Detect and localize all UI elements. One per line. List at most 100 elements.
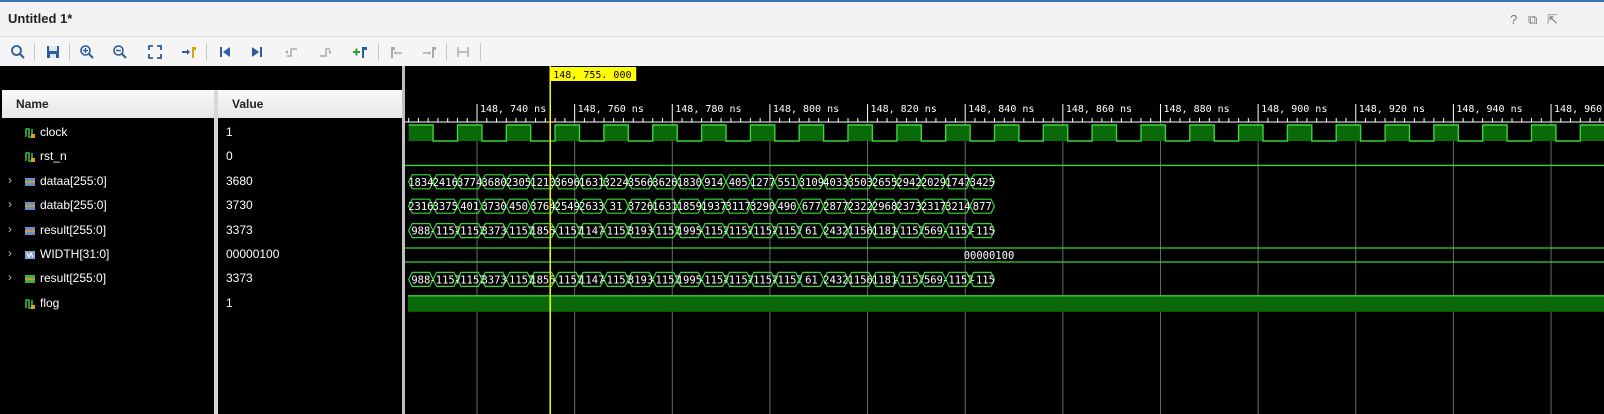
datab-value: 877 (973, 201, 992, 213)
signal-row[interactable]: › dataa[255:0] 3680 (0, 170, 402, 194)
datab-value: 31 (610, 201, 623, 213)
save-icon[interactable] (40, 40, 66, 64)
signal-row[interactable]: › result[255:0] 3373 (0, 219, 402, 243)
signal-value: 0 (226, 149, 233, 164)
value-column-label: Value (232, 97, 264, 111)
dataa-value: 4033 (823, 177, 848, 189)
value-column-header[interactable]: Value (218, 90, 402, 118)
result2-value: 1156 (848, 274, 873, 286)
clock-high-fill (896, 125, 922, 141)
signal-value: 1 (226, 125, 233, 139)
dataa-value: 3425 (970, 177, 995, 189)
add-marker-icon[interactable] (347, 40, 373, 64)
result-value: 1156 (848, 226, 873, 238)
result2-value: 2432 (823, 274, 848, 286)
time-label: 148, 880 ns (1163, 104, 1229, 115)
signal-row[interactable]: rst_n 0 (0, 145, 402, 169)
dataa-value: 1830 (677, 177, 702, 189)
name-column-header[interactable]: Name (2, 90, 215, 118)
waveform-canvas[interactable]: 148, 740 ns 148, 760 ns 148, 780 ns 148, 80… (405, 66, 1604, 414)
clock-high-fill (701, 125, 726, 141)
expand-chevron-icon[interactable]: › (8, 197, 12, 211)
time-label: 148, 860 ns (1066, 104, 1132, 115)
bus-signal-icon (24, 224, 36, 236)
clock-high-fill (799, 125, 824, 141)
signal-value: 3373 (226, 271, 253, 286)
next-marker-icon[interactable] (416, 40, 442, 64)
signal-value: 00000100 (226, 247, 280, 261)
clock-high-fill (1238, 125, 1264, 141)
dataa-value: 3680 (481, 177, 506, 189)
expand-chevron-icon[interactable]: › (8, 270, 12, 284)
datab-value: 2549 (555, 201, 580, 213)
signal-row[interactable]: › datab[255:0] 3730 (0, 194, 402, 218)
bit-signal-icon (24, 297, 36, 309)
dataa-value: 3224 (603, 177, 628, 189)
clock-high-fill (945, 125, 971, 141)
datab-value: 2317 (921, 201, 946, 213)
zoom-fit-icon[interactable] (142, 40, 168, 64)
signal-row[interactable]: › WIDTH[31:0] 00000100 (0, 243, 402, 267)
search-icon[interactable] (5, 40, 31, 64)
zoom-in-icon[interactable] (74, 40, 100, 64)
result-value: -115 (970, 226, 995, 238)
datab-value: 450 (509, 201, 528, 213)
previous-transition-icon[interactable] (279, 40, 305, 64)
datab-value: 401 (460, 201, 479, 213)
clock-high-fill (1482, 125, 1508, 141)
datab-value: 677 (802, 201, 821, 213)
signal-name: clock (40, 125, 68, 139)
time-label: 148, 820 ns (871, 104, 937, 115)
result2-value: 988 (411, 274, 430, 286)
signal-row[interactable]: clock 1 (0, 121, 402, 145)
datab-value: 2322 (848, 201, 873, 213)
go-to-last-time-icon[interactable] (244, 40, 270, 64)
dataa-value: 2942 (896, 177, 921, 189)
next-transition-icon[interactable] (312, 40, 338, 64)
dataa-value: 1210 (530, 177, 555, 189)
time-label: 148, 780 ns (675, 104, 741, 115)
expand-chevron-icon[interactable]: › (8, 173, 12, 187)
go-to-time-zero-icon[interactable] (212, 40, 238, 64)
name-column-label: Name (16, 97, 49, 111)
clock-high-fill (506, 125, 531, 141)
clock-high-fill (1531, 125, 1556, 141)
datab-value: 1859 (677, 201, 702, 213)
expand-chevron-icon[interactable]: › (8, 246, 12, 260)
toolbar-separator (480, 43, 481, 61)
time-label: 148, 900 ns (1261, 104, 1327, 115)
dataa-value: 1747 (945, 177, 970, 189)
clock-high-fill (1433, 125, 1459, 141)
dataa-value: 2416 (433, 177, 458, 189)
previous-marker-icon[interactable] (383, 40, 409, 64)
bus-signal-icon (24, 199, 36, 211)
zoom-out-icon[interactable] (107, 40, 133, 64)
toolbar-separator (206, 43, 207, 61)
result2-value: 569 (924, 274, 943, 286)
dataa-value: 551 (778, 177, 797, 189)
signal-name: dataa[255:0] (40, 173, 107, 188)
maximize-icon[interactable]: ⇱ (1547, 12, 1558, 28)
restore-icon[interactable]: ⧉ (1528, 12, 1537, 28)
dataa-value: 2655 (872, 177, 897, 189)
signal-row[interactable]: flog 1 (0, 292, 402, 316)
bit-signal-icon (24, 126, 36, 138)
signal-name: flog (40, 295, 60, 310)
swap-cursors-icon[interactable] (450, 40, 476, 64)
help-icon[interactable]: ? (1510, 12, 1517, 27)
time-label: 148, 840 ns (968, 104, 1034, 115)
datab-value: 2968 (872, 201, 897, 213)
clock-high-fill (652, 125, 678, 141)
go-to-cursor-icon[interactable] (176, 40, 202, 64)
dataa-value: 1631 (579, 177, 604, 189)
waveform-viewer[interactable]: 148, 740 ns 148, 760 ns 148, 780 ns 148, 80… (405, 66, 1604, 414)
signal-value: 3680 (226, 173, 253, 188)
expand-chevron-icon[interactable]: › (8, 222, 12, 236)
clock-high-fill (750, 125, 775, 141)
signal-row[interactable]: › result[255:0] 3373 (0, 267, 402, 291)
result-value: 569 (924, 226, 943, 238)
result-value: -1157 (771, 226, 803, 238)
datab-value: 1631 (652, 201, 677, 213)
clock-high-fill (408, 125, 434, 141)
toolbar-separator (69, 43, 70, 61)
